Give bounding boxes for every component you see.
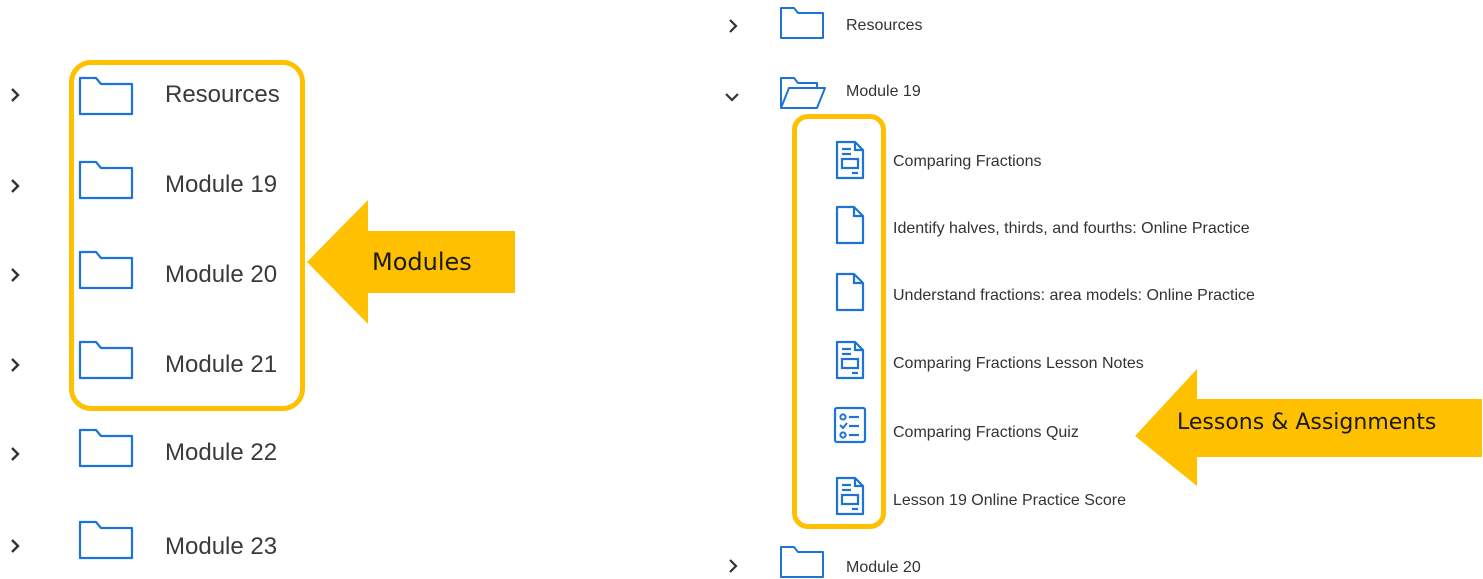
folder-icon bbox=[78, 428, 134, 468]
item-label: Comparing Fractions Quiz bbox=[893, 424, 1079, 441]
left-item-label: Module 23 bbox=[165, 533, 278, 560]
lessons-callout-label: Lessons & Assignments bbox=[1177, 410, 1437, 435]
modules-callout-label: Modules bbox=[372, 248, 472, 276]
folder-open-icon bbox=[780, 77, 826, 109]
left-item-label: Module 22 bbox=[165, 439, 278, 466]
modules-highlight-box bbox=[69, 60, 305, 411]
chevron-down-icon[interactable] bbox=[724, 90, 740, 104]
folder-icon bbox=[780, 7, 824, 39]
item-label: Understand fractions: area models: Onlin… bbox=[893, 287, 1255, 304]
chevron-right-icon[interactable] bbox=[726, 558, 740, 574]
chevron-right-icon[interactable] bbox=[8, 446, 22, 462]
folder-label: Module 19 bbox=[846, 83, 921, 100]
chevron-right-icon[interactable] bbox=[8, 87, 22, 103]
folder-label: Module 20 bbox=[846, 559, 921, 576]
folder-icon bbox=[780, 546, 824, 578]
folder-icon bbox=[78, 520, 134, 560]
chevron-right-icon[interactable] bbox=[8, 178, 22, 194]
item-label: Lesson 19 Online Practice Score bbox=[893, 492, 1127, 509]
item-label: Comparing Fractions Lesson Notes bbox=[893, 355, 1144, 372]
chevron-right-icon[interactable] bbox=[8, 357, 22, 373]
item-label: Identify halves, thirds, and fourths: On… bbox=[893, 220, 1250, 237]
folder-label: Resources bbox=[846, 17, 923, 34]
chevron-right-icon[interactable] bbox=[8, 538, 22, 554]
chevron-right-icon[interactable] bbox=[726, 18, 740, 34]
item-label: Comparing Fractions bbox=[893, 153, 1042, 170]
chevron-right-icon[interactable] bbox=[8, 267, 22, 283]
lessons-highlight-box bbox=[792, 114, 886, 529]
